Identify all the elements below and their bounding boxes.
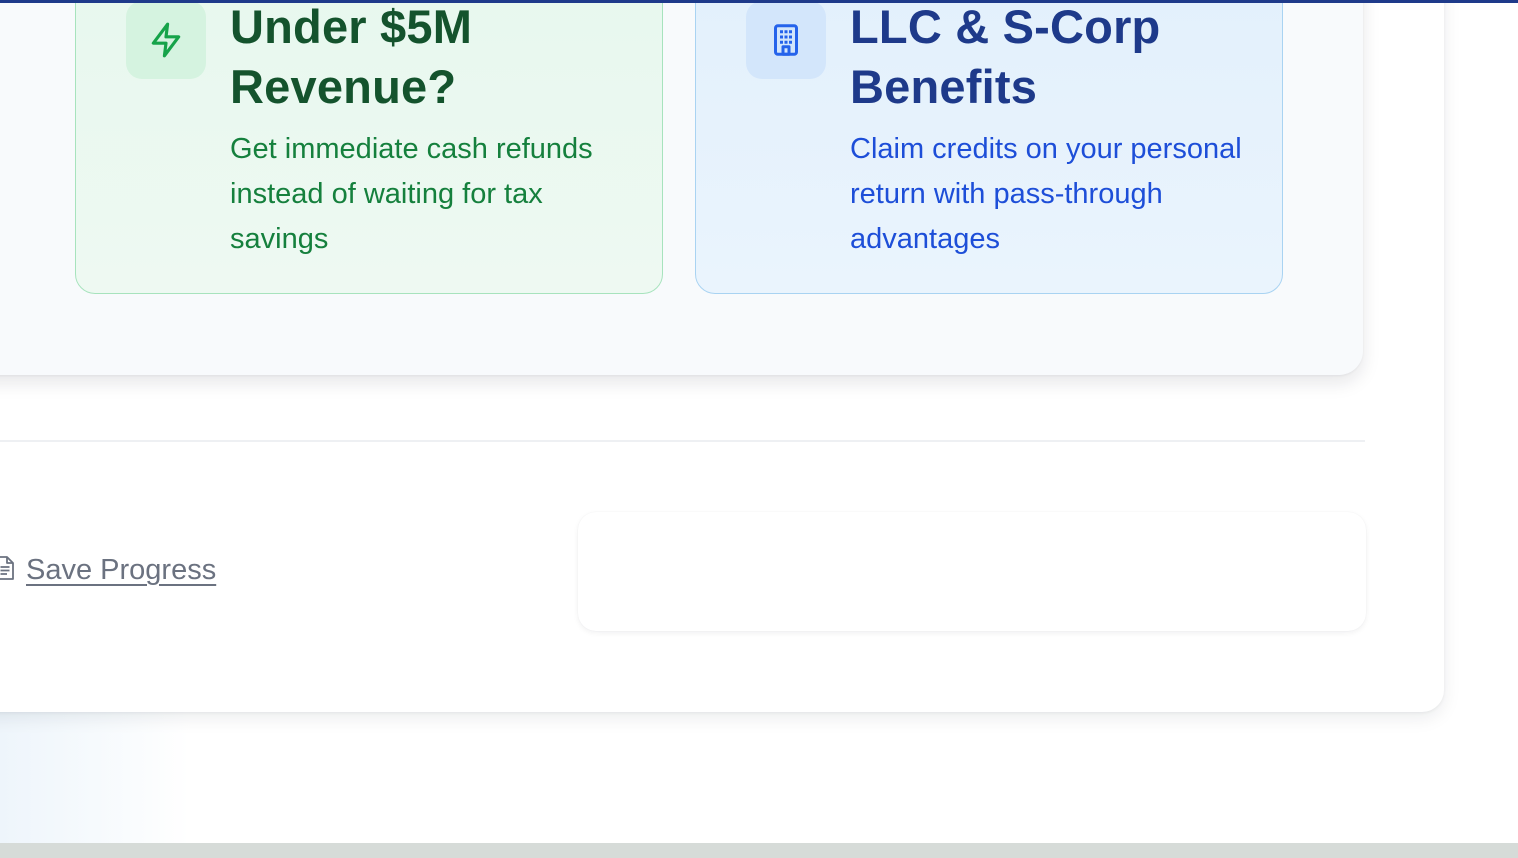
document-icon — [0, 555, 16, 585]
save-progress-link[interactable]: Save Progress — [0, 548, 216, 592]
building-icon — [746, 1, 826, 79]
lightning-icon — [126, 1, 206, 79]
benefit-title: LLC & S-Corp Benefits — [850, 0, 1161, 113]
benefit-card-revenue: Under $5M Revenue? Get immediate cash re… — [75, 0, 663, 294]
save-progress-label: Save Progress — [26, 553, 217, 586]
window-bottom-strip — [0, 843, 1518, 858]
page-viewport: Under $5M Revenue? Get immediate cash re… — [0, 0, 1518, 843]
benefit-title: Under $5M Revenue? — [230, 0, 473, 113]
navigation-panel — [578, 512, 1366, 631]
benefit-card-entity: LLC & S-Corp Benefits Claim credits on y… — [695, 0, 1283, 294]
benefit-description: Get immediate cash refunds instead of wa… — [230, 133, 593, 255]
top-accent-bar — [0, 0, 1518, 3]
section-divider — [0, 440, 1365, 442]
benefit-description: Claim credits on your personal return wi… — [850, 133, 1242, 255]
background-glow — [0, 700, 190, 843]
